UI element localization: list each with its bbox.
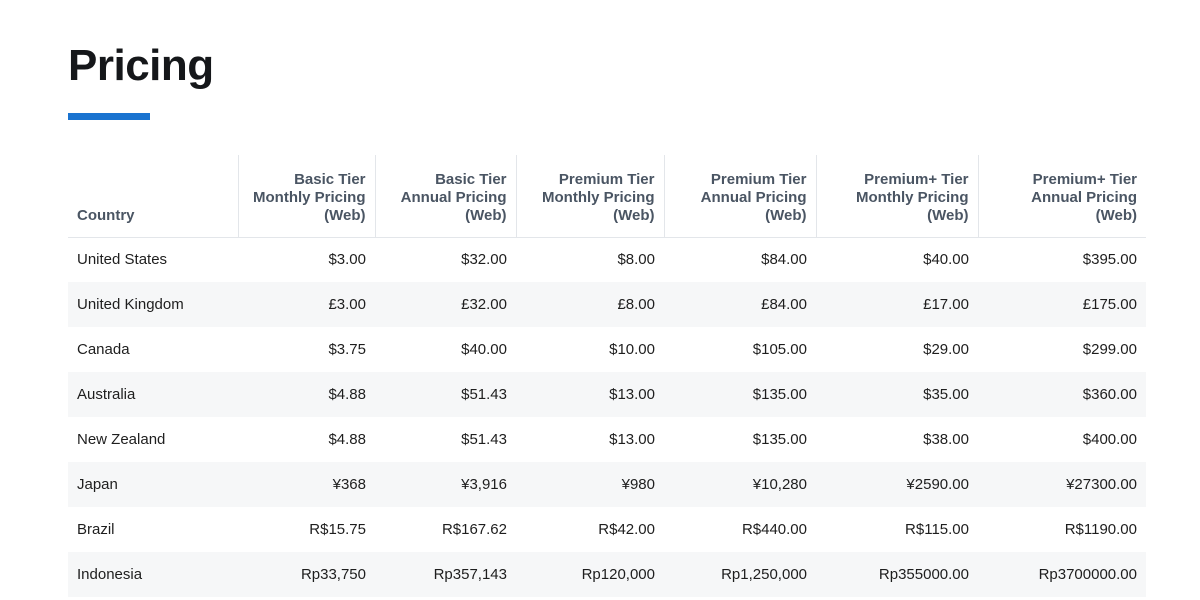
price-cell: R$115.00 (905, 521, 969, 538)
price-cell: $13.00 (516, 372, 664, 417)
country-cell: United Kingdom (68, 282, 238, 327)
price-cell: ¥2590.00 (816, 462, 978, 507)
table-row: United Kingdom £3.00 £32.00 £8.00 £84.00 £17.… (68, 282, 1146, 327)
country-cell: Indonesia (68, 552, 238, 597)
price-cell: R$167.62 (441, 521, 507, 538)
price-cell: $299.00 (1082, 341, 1137, 358)
country-cell: New Zealand (77, 431, 166, 448)
price-cell: ¥10,280 (664, 462, 816, 507)
table-row: Australia $4.88 $51.43 $13.00 $135.00 $35.00 $… (68, 372, 1146, 417)
table-row: Japan ¥368 ¥3,916 ¥980 ¥10,280 ¥2590.00 ¥27300… (68, 462, 1146, 507)
price-cell: $105.00 (752, 341, 807, 358)
price-cell: $32.00 (461, 251, 507, 269)
price-cell: Rp1,250,000 (664, 552, 816, 597)
price-cell: ¥980 (516, 462, 664, 507)
price-cell: $135.00 (664, 372, 816, 417)
table-header-row: Country Basic Tier Monthly Pricing (Web) Bas… (68, 155, 1146, 238)
column-header: Premium Tier Monthly Pricing (Web) (515, 155, 664, 238)
table-row: Brazil R$15.75 R$167.62 R$42.00 R$440.00 R$11… (68, 507, 1146, 552)
price-cell: R$42.00 (598, 521, 655, 538)
price-cell: Rp3700000.00 (978, 552, 1146, 597)
table-row: New Zealand $4.88 $51.43 $13.00 $135.00 $38.0… (68, 417, 1146, 462)
price-cell: £8.00 (516, 282, 664, 327)
price-cell: $84.00 (761, 251, 807, 269)
title-underline (68, 113, 150, 120)
price-cell: $3.75 (328, 341, 366, 358)
price-cell: $4.88 (238, 372, 375, 417)
country-cell: Japan (68, 462, 238, 507)
price-cell: $4.88 (328, 431, 366, 448)
price-cell: $29.00 (923, 341, 969, 358)
column-header: Premium Tier Annual Pricing (Web) (663, 155, 816, 238)
table-body: United States $3.00 $32.00 $8.00 $84.00 $40.0… (68, 237, 1146, 597)
column-header-country: Country (68, 155, 238, 238)
price-cell: $13.00 (609, 431, 655, 448)
price-cell: £175.00 (978, 282, 1146, 327)
pricing-table: Country Basic Tier Monthly Pricing (Web) Bas… (68, 155, 1146, 597)
pricing-page: Pricing Country Basic Tier Monthly Pricing… (0, 0, 1200, 600)
price-cell: ¥3,916 (375, 462, 516, 507)
price-cell: ¥368 (238, 462, 375, 507)
price-cell: $3.00 (328, 251, 366, 269)
column-header: Basic Tier Annual Pricing (Web) (374, 155, 516, 238)
price-cell: Rp355000.00 (816, 552, 978, 597)
price-cell: $40.00 (461, 341, 507, 358)
country-cell: United States (77, 251, 168, 269)
country-cell: Canada (77, 341, 130, 358)
price-cell: $135.00 (752, 431, 807, 448)
price-cell: R$15.75 (309, 521, 366, 538)
price-cell: $10.00 (609, 341, 655, 358)
price-cell: $360.00 (978, 372, 1146, 417)
price-cell: £84.00 (664, 282, 816, 327)
price-cell: $395.00 (1082, 251, 1137, 269)
price-cell: $8.00 (617, 251, 655, 269)
column-header: Basic Tier Monthly Pricing (Web) (237, 155, 375, 238)
price-cell: $38.00 (923, 431, 969, 448)
price-cell: £32.00 (375, 282, 516, 327)
price-cell: $400.00 (1082, 431, 1137, 448)
table-row: Indonesia Rp33,750 Rp357,143 Rp120,000 Rp1,2… (68, 552, 1146, 597)
page-title: Pricing (68, 41, 214, 90)
price-cell: Rp120,000 (516, 552, 664, 597)
price-cell: ¥27300.00 (978, 462, 1146, 507)
table-row: Canada $3.75 $40.00 $10.00 $105.00 $29.00 $299… (68, 327, 1146, 372)
country-cell: Brazil (77, 521, 115, 538)
price-cell: Rp357,143 (375, 552, 516, 597)
price-cell: R$1190.00 (1064, 521, 1137, 538)
column-header: Premium+ Tier Monthly Pricing (Web) (815, 155, 978, 238)
price-cell: $51.43 (461, 431, 507, 448)
price-cell: $40.00 (923, 251, 969, 269)
price-cell: £17.00 (816, 282, 978, 327)
table-row: United States $3.00 $32.00 $8.00 $84.00 $40.0… (68, 237, 1146, 282)
column-header: Premium+ Tier Annual Pricing (Web) (977, 155, 1146, 238)
country-cell: Australia (68, 372, 238, 417)
price-cell: R$440.00 (741, 521, 807, 538)
price-cell: $51.43 (375, 372, 516, 417)
price-cell: $35.00 (816, 372, 978, 417)
price-cell: Rp33,750 (238, 552, 375, 597)
price-cell: £3.00 (238, 282, 375, 327)
